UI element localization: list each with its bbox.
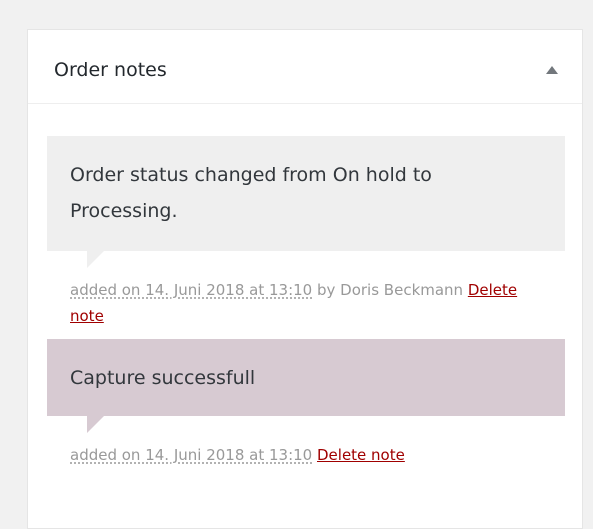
panel-header: Order notes xyxy=(28,30,582,104)
note-item: Order status changed from On hold to Pro… xyxy=(47,136,565,339)
note-date: added on 14. Juni 2018 at 13:10 xyxy=(70,446,313,464)
note-meta: added on 14. Juni 2018 at 13:10 by Doris… xyxy=(47,251,565,339)
note-text: Order status changed from On hold to Pro… xyxy=(70,164,432,222)
note-date: added on 14. Juni 2018 at 13:10 xyxy=(70,281,313,299)
note-text: Capture successfull xyxy=(70,367,256,389)
toggle-panel-button[interactable] xyxy=(534,52,570,88)
order-notes-panel: Order notes Order status changed from On… xyxy=(27,29,583,529)
note-author: by Doris Beckmann xyxy=(312,281,468,299)
delete-note-link[interactable]: Delete note xyxy=(317,446,405,464)
notes-list: Order status changed from On hold to Pro… xyxy=(47,136,565,468)
caret-up-icon xyxy=(546,66,558,74)
note-meta: added on 14. Juni 2018 at 13:10 Delete n… xyxy=(47,416,565,468)
note-item: Capture successfull added on 14. Juni 20… xyxy=(47,339,565,468)
note-content: Order status changed from On hold to Pro… xyxy=(47,136,565,268)
note-content: Capture successfull xyxy=(47,339,565,433)
panel-title: Order notes xyxy=(54,59,167,81)
